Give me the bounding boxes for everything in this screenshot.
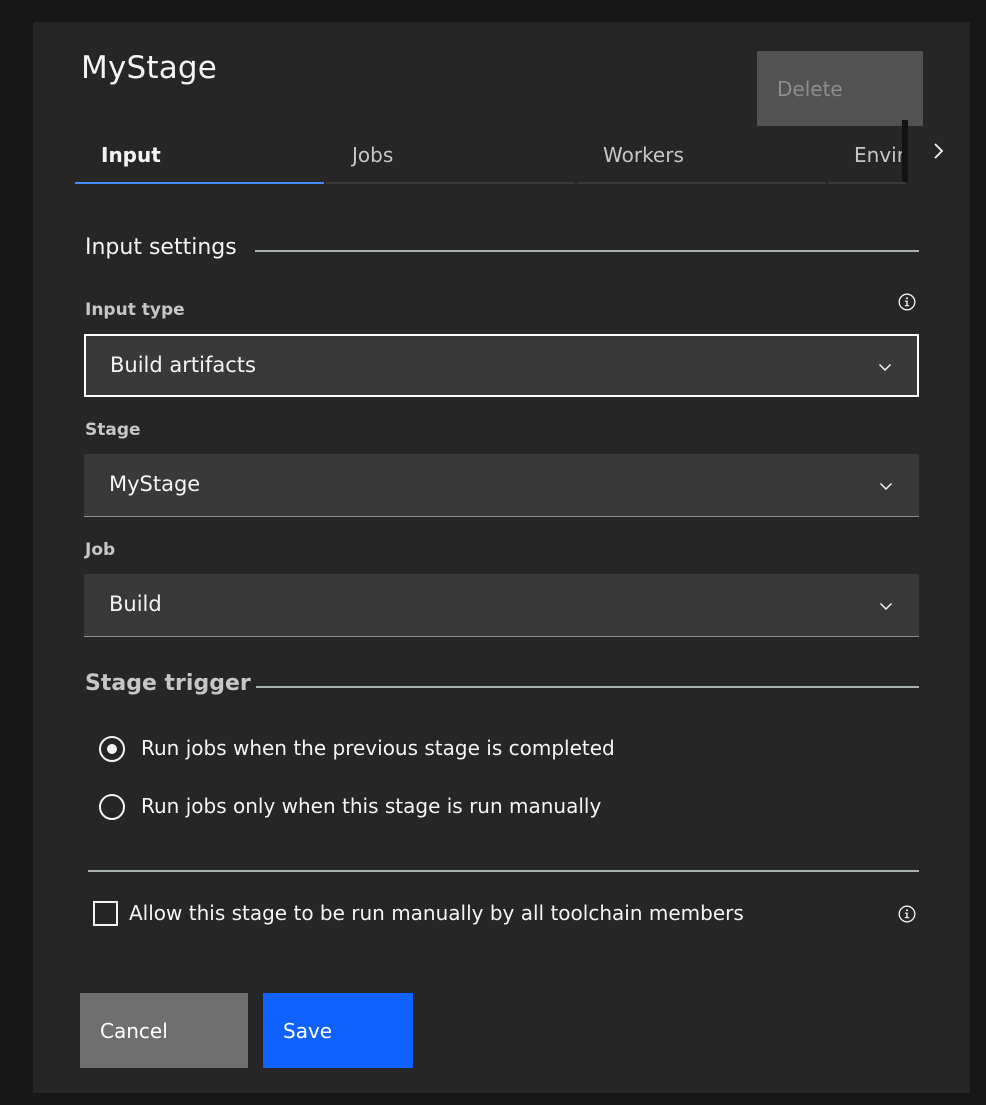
job-value: Build [109,592,162,616]
save-button[interactable]: Save [263,993,413,1068]
chevron-down-icon [879,478,893,492]
stage-config-dialog: MyStage Delete Input Jobs Workers Envir … [33,22,970,1093]
chevron-right-icon[interactable] [928,139,950,163]
stage-value: MyStage [109,472,201,496]
radio-button-checked[interactable] [99,736,125,762]
tab-list: Input Jobs Workers Envir [75,126,906,184]
info-icon[interactable] [898,293,916,311]
tab-workers[interactable]: Workers [577,126,826,184]
tab-input-label: Input [101,143,161,167]
delete-button[interactable]: Delete [757,51,923,126]
section-divider [255,250,919,252]
job-label: Job [85,540,116,560]
chevron-down-icon [879,598,893,612]
chevron-down-icon [878,359,892,373]
stage-trigger-heading: Stage trigger [85,671,251,696]
tab-environment[interactable]: Envir [828,126,906,184]
cancel-button[interactable]: Cancel [80,993,248,1068]
radio-label: Run jobs when the previous stage is comp… [141,736,615,760]
input-type-label: Input type [85,300,185,320]
input-type-value: Build artifacts [110,353,256,377]
tab-environment-label: Envir [854,143,905,167]
radio-button[interactable] [99,794,125,820]
tab-jobs-label: Jobs [352,143,394,167]
tab-jobs[interactable]: Jobs [326,126,575,184]
tab-overflow-divider [902,120,908,182]
radio-label: Run jobs only when this stage is run man… [141,794,602,818]
tab-input[interactable]: Input [75,126,324,184]
input-type-select[interactable]: Build artifacts [84,334,919,397]
job-select[interactable]: Build [84,574,919,637]
tab-workers-label: Workers [603,143,684,167]
allow-manual-label: Allow this stage to be run manually by a… [129,901,744,925]
stage-label: Stage [85,420,141,440]
divider [88,870,919,872]
info-icon[interactable] [898,905,916,923]
input-settings-heading: Input settings [85,235,237,260]
dialog-title: MyStage [81,50,218,86]
section-divider [256,686,919,688]
allow-manual-checkbox[interactable] [93,901,118,926]
stage-select[interactable]: MyStage [84,454,919,517]
